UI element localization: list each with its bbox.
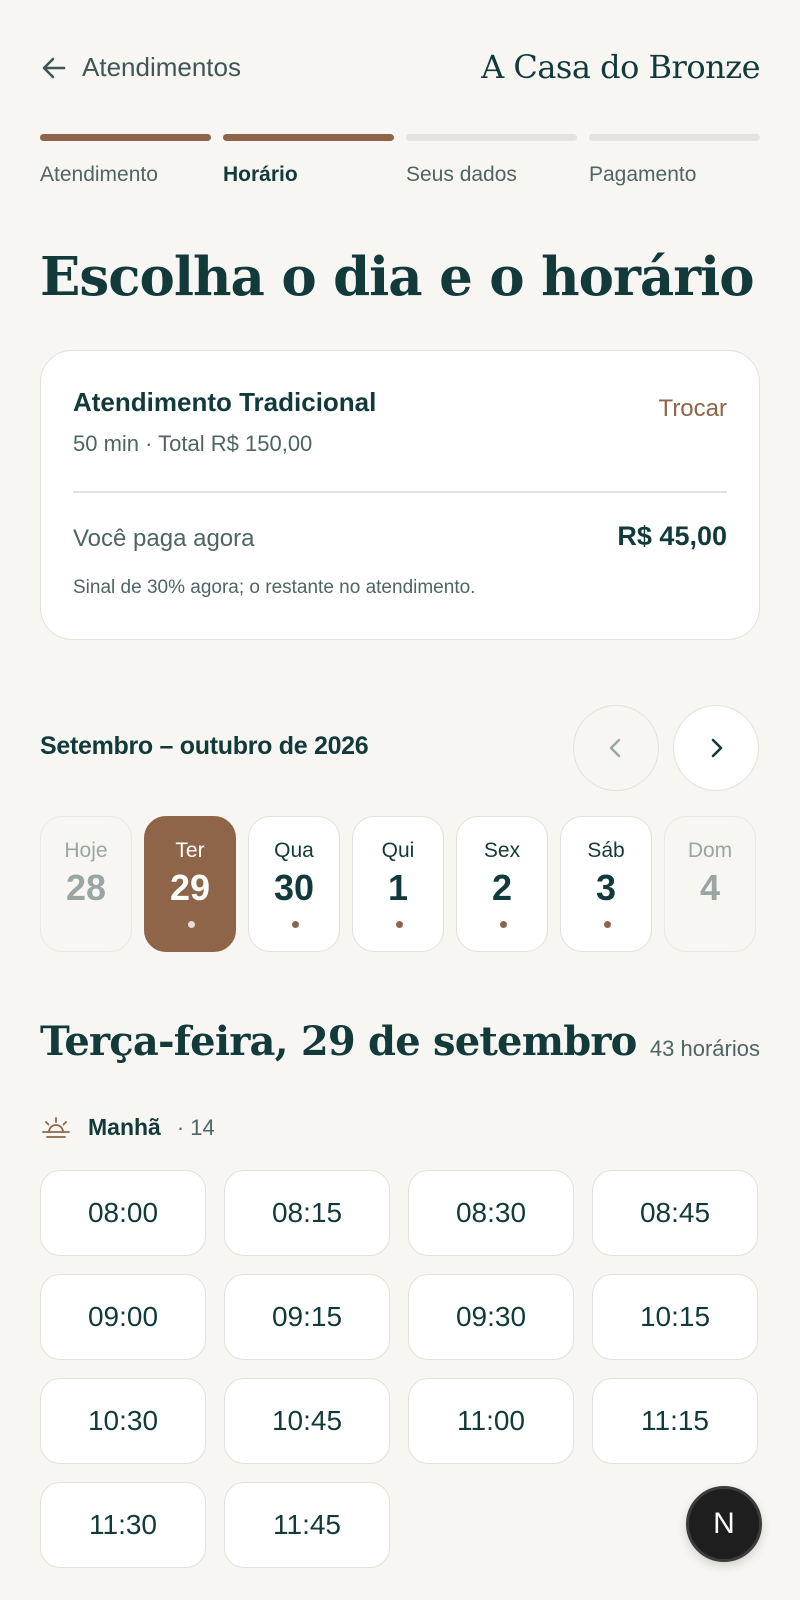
day-number: 4 (699, 867, 721, 908)
day-cell[interactable]: Qui 1 (352, 816, 444, 952)
time-slot-button[interactable]: 08:45 (592, 1170, 758, 1256)
arrow-left-icon (42, 57, 66, 78)
floating-action-button[interactable]: N (686, 1486, 762, 1562)
step-3: Seus dados (406, 134, 577, 187)
step-2: Horário (223, 134, 394, 187)
month-label: Setembro – outubro de 2026 (40, 732, 369, 760)
day-number: 29 (169, 867, 211, 908)
step-label: Seus dados (406, 163, 517, 186)
time-slot-button[interactable]: 08:15 (224, 1170, 390, 1256)
selected-day-heading: Terça-feira, 29 de setembro (40, 1018, 637, 1065)
chevron-right-icon (711, 738, 723, 758)
time-slot-button[interactable]: 09:00 (40, 1274, 206, 1360)
day-weekday: Qui (381, 839, 415, 862)
day-weekday: Sex (483, 839, 521, 862)
step-4: Pagamento (589, 134, 760, 187)
day-weekday: Ter (175, 839, 205, 862)
day-number: 2 (491, 867, 513, 908)
time-slot-grid: 08:00 08:15 08:30 08:45 09:00 09:15 09:30 10:15… (40, 1170, 760, 1568)
service-name: Atendimento Tradicional (73, 387, 377, 417)
prev-week-button[interactable] (573, 705, 659, 791)
page-title: Escolha o dia e o horário (40, 246, 755, 308)
availability-dot (188, 921, 195, 928)
availability-dot (604, 921, 611, 928)
slot-count: 43 horários (649, 1036, 760, 1061)
day-number: 28 (65, 867, 107, 908)
day-cell[interactable]: Sáb 3 (560, 816, 652, 952)
progress-steps: Atendimento Horário Seus dados Pagamento (40, 134, 760, 187)
divider (73, 491, 727, 493)
day-cell: Dom 4 (664, 816, 756, 952)
period-header: Manhã · 14 (40, 1114, 215, 1141)
day-weekday: Hoje (64, 839, 108, 862)
service-summary-card: Atendimento Tradicional 50 min · Total R… (40, 350, 760, 640)
step-label: Atendimento (40, 163, 158, 186)
period-count: · 14 (176, 1114, 215, 1140)
back-link-label: Atendimentos (82, 52, 241, 82)
time-slot-button[interactable]: 11:45 (224, 1482, 390, 1568)
header: Atendimentos A Casa do Bronze (40, 48, 760, 88)
time-slot-button[interactable]: 08:00 (40, 1170, 206, 1256)
chevron-left-icon (609, 738, 621, 758)
availability-dot (396, 921, 403, 928)
period-name: Manhã (88, 1114, 161, 1140)
day-number: 3 (595, 867, 617, 908)
day-cell[interactable]: Ter 29 (144, 816, 236, 952)
day-weekday: Dom (687, 839, 733, 862)
day-cell[interactable]: Sex 2 (456, 816, 548, 952)
step-progress-bar (223, 134, 394, 141)
time-slot-button[interactable]: 10:30 (40, 1378, 206, 1464)
step-progress-bar (589, 134, 760, 141)
fab-label: N (713, 1507, 735, 1540)
availability-dot (292, 921, 299, 928)
day-weekday: Sáb (587, 839, 625, 862)
day-picker: Hoje 28 Ter 29 Qua 30 Qui 1 Sex 2 Sáb 3 Dom 4 (40, 816, 756, 952)
day-cell[interactable]: Qua 30 (248, 816, 340, 952)
back-link[interactable]: Atendimentos (40, 52, 241, 83)
step-label: Horário (223, 163, 298, 186)
next-week-button[interactable] (673, 705, 759, 791)
swap-service-link[interactable]: Trocar (659, 395, 727, 423)
time-slot-button[interactable]: 11:00 (408, 1378, 574, 1464)
availability-dot (500, 921, 507, 928)
sunrise-icon (42, 1116, 70, 1138)
day-weekday: Qua (274, 839, 314, 862)
pay-now-label: Você paga agora (73, 525, 255, 552)
time-slot-button[interactable]: 08:30 (408, 1170, 574, 1256)
step-progress-bar (406, 134, 577, 141)
day-number: 30 (273, 867, 315, 908)
service-meta: 50 min · Total R$ 150,00 (73, 431, 313, 456)
time-slot-button[interactable]: 11:15 (592, 1378, 758, 1464)
day-number: 1 (387, 867, 409, 908)
time-slot-button[interactable]: 11:30 (40, 1482, 206, 1568)
time-slot-button[interactable]: 10:45 (224, 1378, 390, 1464)
time-slot-button[interactable]: 09:15 (224, 1274, 390, 1360)
deposit-note: Sinal de 30% agora; o restante no atendi… (73, 577, 476, 598)
time-slot-button[interactable]: 09:30 (408, 1274, 574, 1360)
step-progress-bar (40, 134, 211, 141)
brand-logo: A Casa do Bronze (481, 48, 760, 86)
time-slot-button[interactable]: 10:15 (592, 1274, 758, 1360)
step-label: Pagamento (589, 163, 697, 186)
pay-now-value: R$ 45,00 (617, 521, 727, 551)
day-cell: Hoje 28 (40, 816, 132, 952)
step-1: Atendimento (40, 134, 211, 187)
